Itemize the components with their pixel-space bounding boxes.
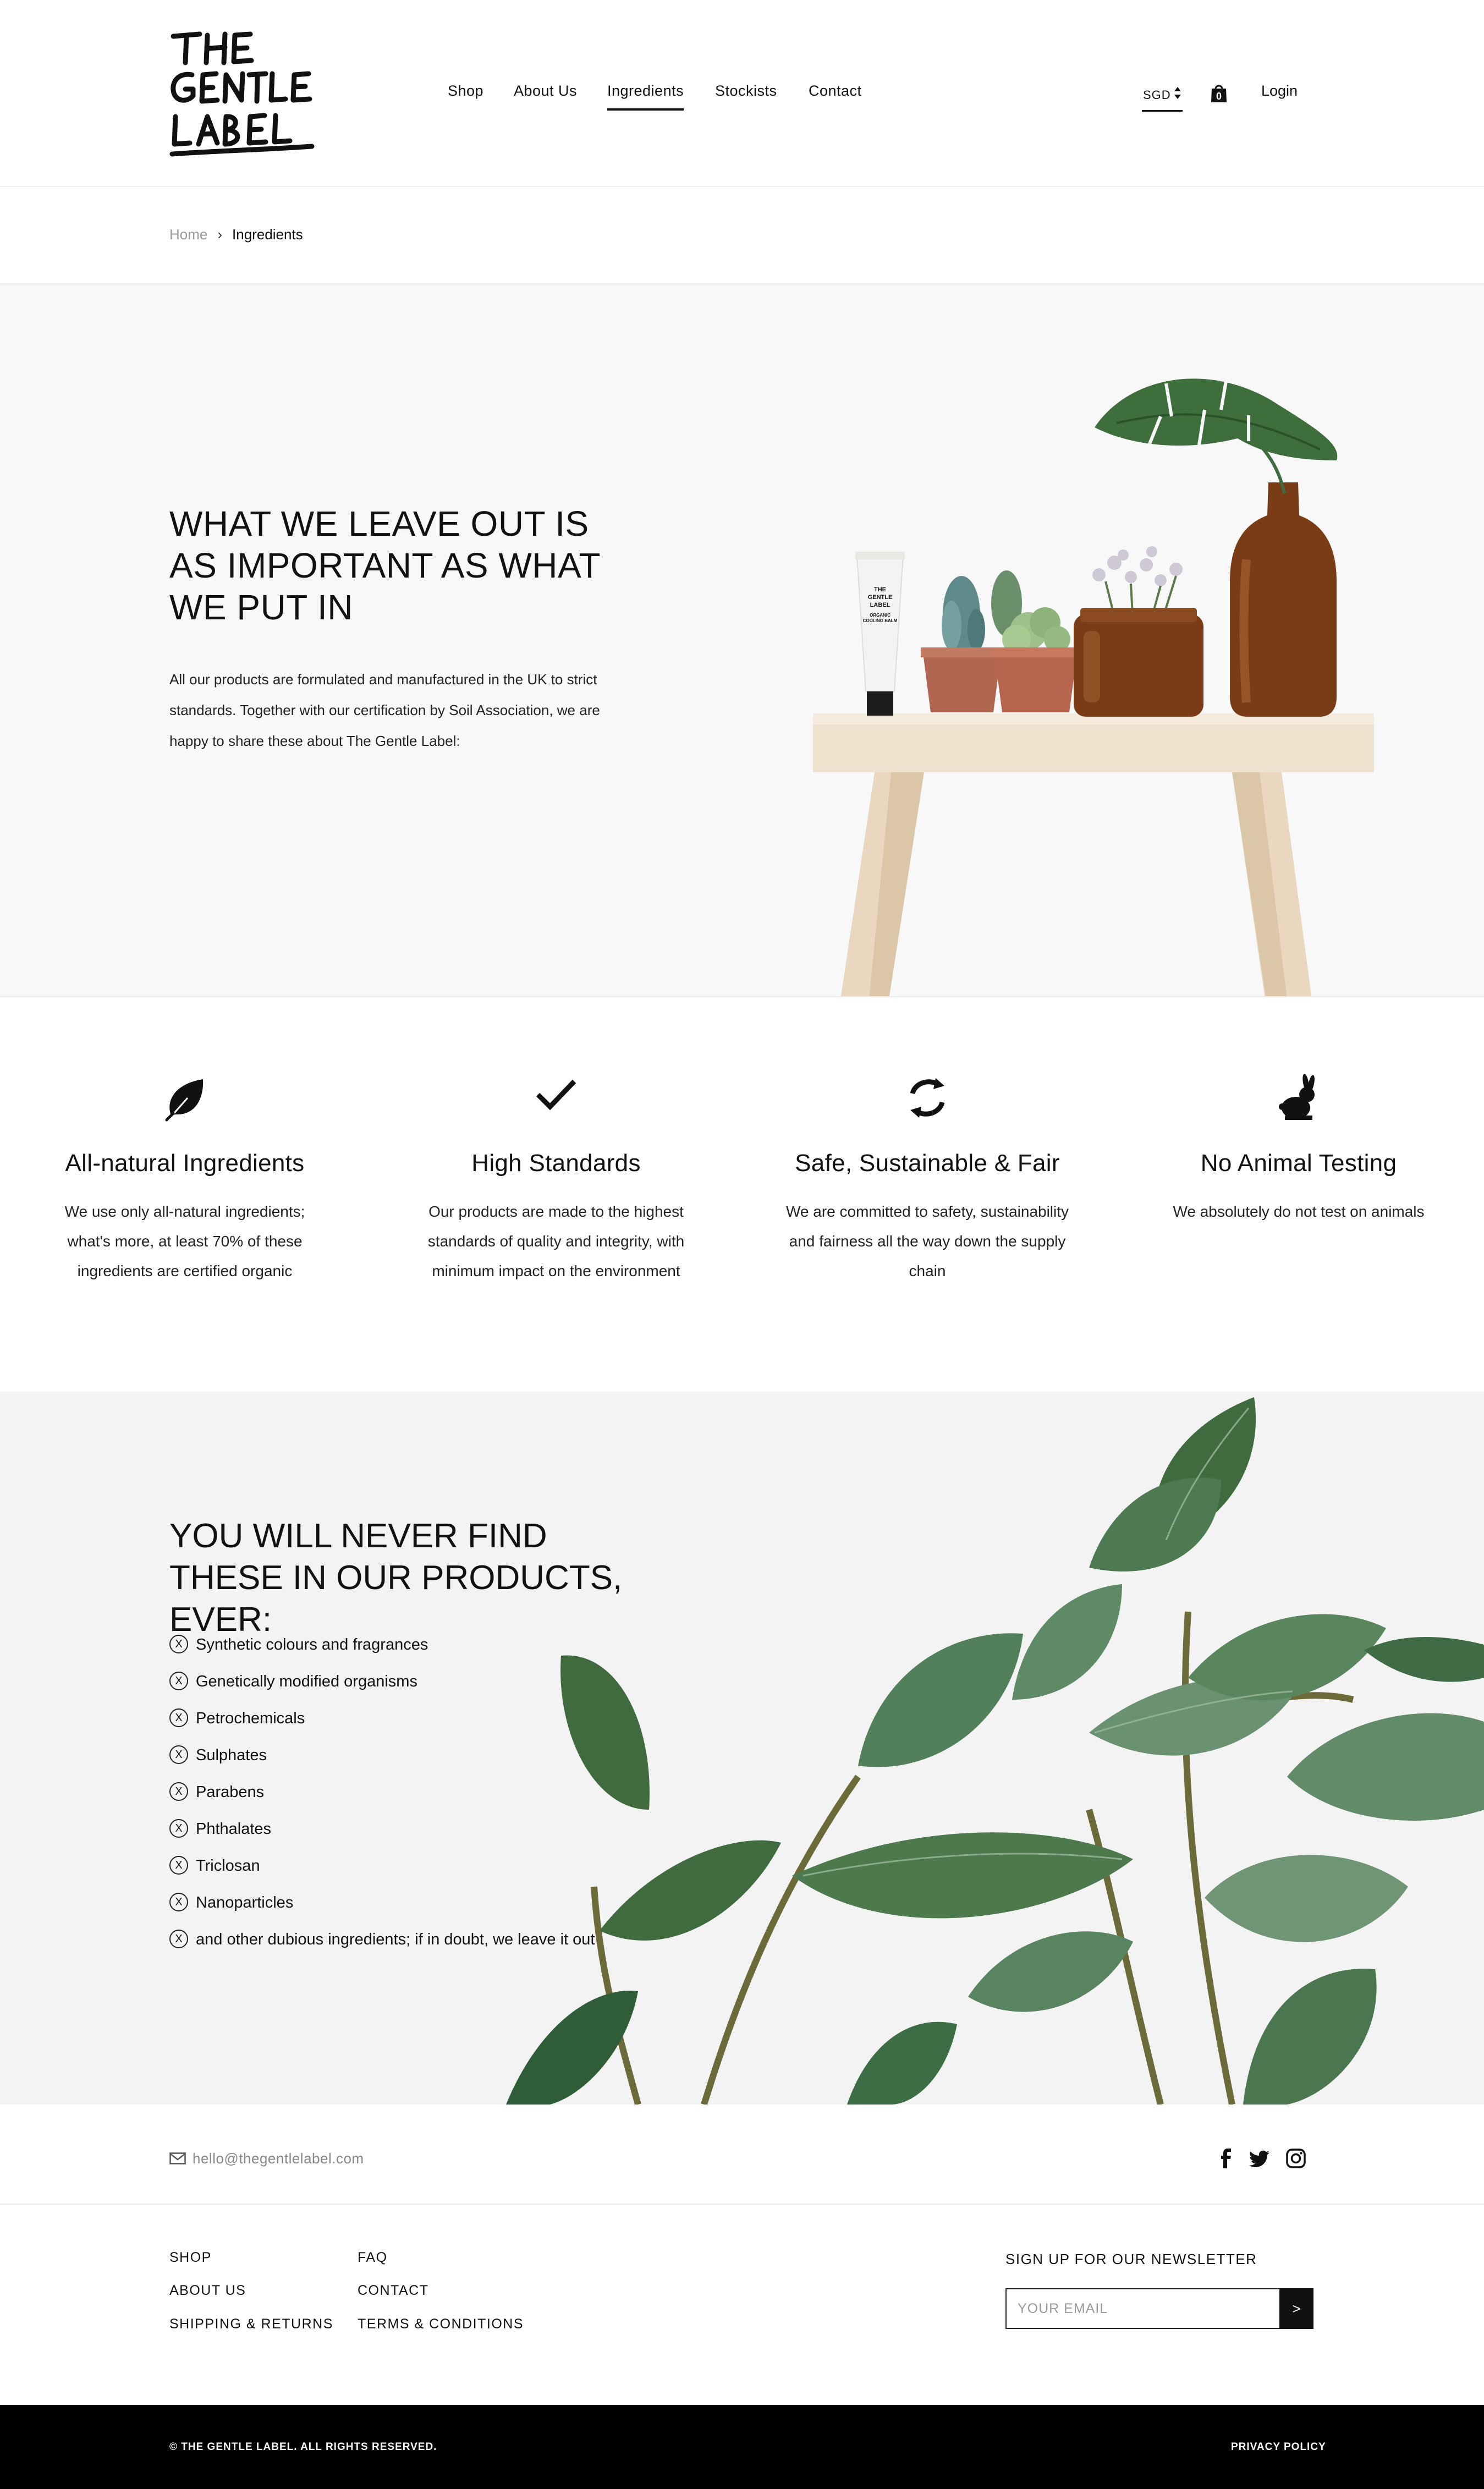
feature-title: All-natural Ingredients [65,1150,305,1177]
x-circle-icon: X [169,1635,188,1653]
breadcrumb-current: Ingredients [232,226,303,243]
footer-link-shop[interactable]: SHOP [169,2250,212,2266]
instagram-icon[interactable] [1285,2147,1307,2169]
wooden-stool [813,713,1374,997]
refresh-icon [910,1078,945,1118]
footer-link-shipping-returns[interactable]: SHIPPING & RETURNS [169,2316,333,2332]
envelope-icon [169,2152,186,2164]
x-circle-icon: X [169,1708,188,1727]
leaf-icon [165,1079,204,1122]
hero-description: All our products are formulated and manu… [169,671,600,749]
hero-image: THE GENTLE LABEL ORGANIC COOLING BALM [813,377,1374,997]
footer-link-terms[interactable]: TERMS & CONDITIONS [358,2316,524,2332]
never-title: YOU WILL NEVER FIND THESE IN OUR PRODUCT… [169,1517,623,1639]
x-circle-icon: X [169,1856,188,1875]
cactus-pot-1 [921,576,1003,712]
feature-sustainable: Safe, Sustainable & Fair We are committe… [762,1073,1092,1286]
footer-link-faq[interactable]: FAQ [358,2250,388,2266]
feature-standards: High Standards Our products are made to … [391,1073,721,1286]
nav-contact[interactable]: Contact [809,83,862,100]
login-link[interactable]: Login [1261,83,1298,100]
never-find-section: YOU WILL NEVER FIND THESE IN OUR PRODUCT… [0,1392,1484,2105]
breadcrumb-separator: › [217,226,223,243]
nav-about-us[interactable]: About Us [514,83,577,100]
breadcrumb: Home › Ingredients [169,226,303,243]
x-circle-icon: X [169,1893,188,1911]
balm-tube: THE GENTLE LABEL ORGANIC COOLING BALM [855,552,905,716]
copyright-text: © THE GENTLE LABEL. ALL RIGHTS RESERVED. [169,2441,437,2453]
list-item: X Nanoparticles [169,1893,595,1930]
contact-email-link[interactable]: hello@thegentlelabel.com [193,2150,364,2167]
feature-title: Safe, Sustainable & Fair [795,1150,1060,1177]
currency-value: SGD [1143,88,1171,102]
list-item: X Genetically modified organisms [169,1672,595,1708]
hero-title: WHAT WE LEAVE OUT IS AS IMPORTANT AS WHA… [169,504,600,627]
feature-title: No Animal Testing [1200,1150,1397,1177]
feature-title: High Standards [471,1150,641,1177]
contact-bar: hello@thegentlelabel.com [0,2105,1484,2205]
nav-stockists[interactable]: Stockists [715,83,777,100]
list-item: X Petrochemicals [169,1708,595,1745]
hero-section: WHAT WE LEAVE OUT IS AS IMPORTANT AS WHA… [0,284,1484,997]
bottom-bar: © THE GENTLE LABEL. ALL RIGHTS RESERVED.… [0,2405,1484,2489]
currency-underline [1142,110,1183,112]
feature-text: We are committed to safety, sustainabili… [785,1203,1069,1279]
brand-logo[interactable] [168,29,316,158]
newsletter-submit-button[interactable]: > [1279,2288,1313,2329]
x-circle-icon: X [169,1745,188,1764]
privacy-policy-link[interactable]: PRIVACY POLICY [1231,2441,1326,2453]
list-item: X Synthetic colours and fragrances [169,1635,595,1672]
nav-shop[interactable]: Shop [448,83,483,100]
excluded-ingredients-list: X Synthetic colours and fragrances X Genet… [169,1635,595,1966]
site-header: Shop About Us Ingredients Stockists Cont… [0,0,1484,187]
footer-link-about-us[interactable]: ABOUT US [169,2283,246,2299]
feature-text: We use only all-natural ingredients; wha… [64,1203,305,1279]
feature-natural: All-natural Ingredients We use only all-… [20,1073,350,1286]
feature-text: We absolutely do not test on animals [1173,1203,1425,1220]
checkmark-icon [536,1079,576,1111]
cart-count: 0 [1216,91,1222,102]
newsletter-email-input[interactable] [1005,2288,1280,2329]
x-circle-icon: X [169,1782,188,1801]
x-circle-icon: X [169,1930,188,1948]
feature-no-animal-testing: No Animal Testing We absolutely do not t… [1134,1073,1464,1227]
newsletter-title: SIGN UP FOR OUR NEWSLETTER [1005,2251,1257,2267]
facebook-icon[interactable] [1216,2147,1238,2169]
list-item: X Triclosan [169,1856,595,1893]
breadcrumb-home[interactable]: Home [169,226,207,243]
list-item: X Sulphates [169,1745,595,1782]
sort-caret-icon [1174,87,1181,99]
nav-ingredients[interactable]: Ingredients [607,83,684,111]
footer-link-contact[interactable]: CONTACT [358,2283,428,2299]
amber-jar-flowers [1074,546,1203,717]
x-circle-icon: X [169,1672,188,1690]
twitter-icon[interactable] [1249,2147,1271,2169]
rubber-plant-image [506,1397,1484,2105]
divider [0,996,1484,997]
feature-text: Our products are made to the highest sta… [427,1203,685,1279]
list-item: X Parabens [169,1782,595,1819]
list-item: Xand other dubious ingredients; if in do… [169,1930,595,1966]
x-circle-icon: X [169,1819,188,1838]
succulent-pot [991,570,1079,712]
list-item: X Phthalates [169,1819,595,1856]
rabbit-icon [1279,1074,1315,1120]
cart-button[interactable]: 0 [1210,83,1228,103]
